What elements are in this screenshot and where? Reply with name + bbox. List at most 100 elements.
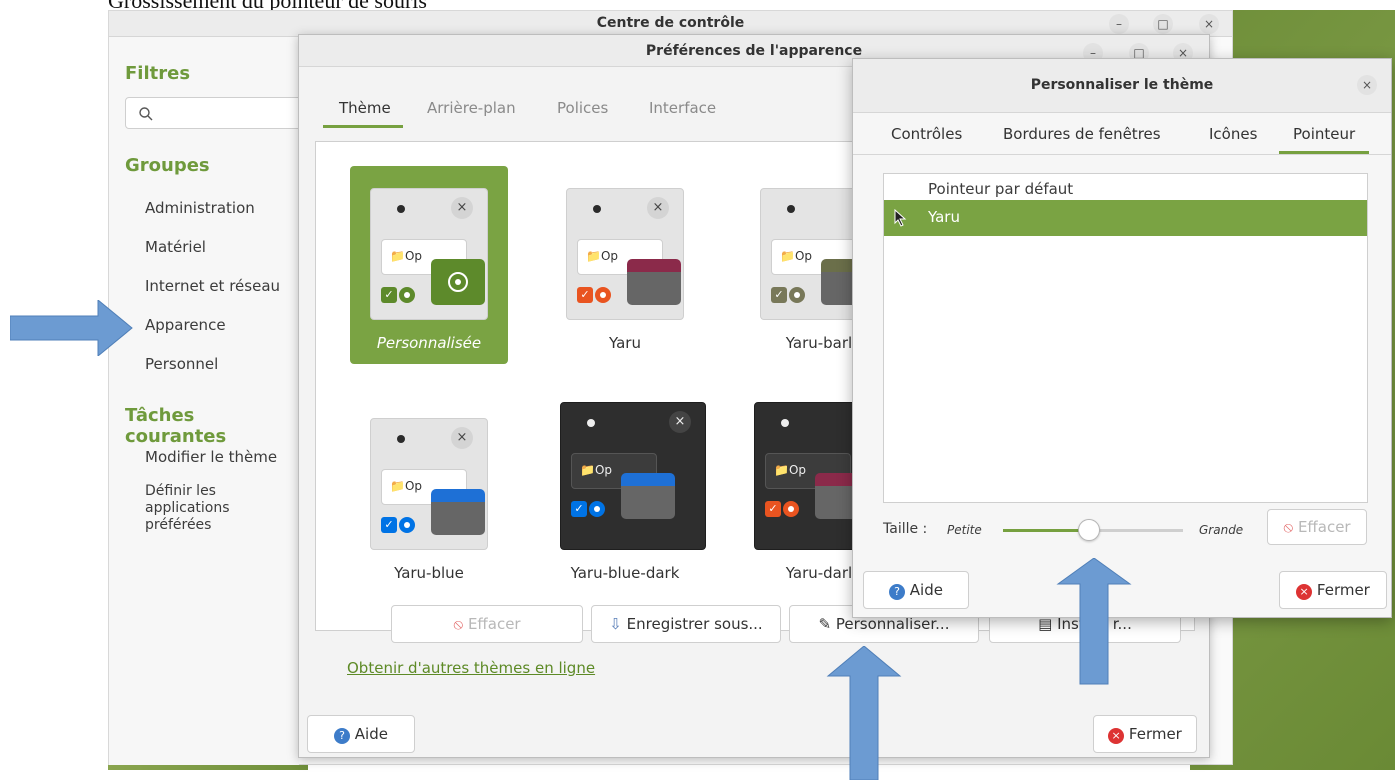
- task-change-theme[interactable]: Modifier le thème: [145, 448, 277, 466]
- preview-dot-icon: [397, 435, 405, 443]
- theme-tile-yaru[interactable]: × 📁Op ✓ Yaru: [546, 166, 704, 364]
- theme-label: Yaru-blue-dark: [570, 564, 680, 582]
- sidebar-item-personal[interactable]: Personnel: [145, 355, 218, 373]
- edit-icon: ✎: [818, 615, 832, 633]
- appearance-title: Préférences de l'apparence: [645, 43, 863, 59]
- preview-folder-icon: [431, 489, 485, 535]
- arrow-right-icon: [10, 300, 133, 356]
- download-icon: ⇩: [609, 615, 622, 633]
- preview-close-icon: ×: [669, 411, 691, 433]
- size-min-label: Petite: [947, 523, 982, 537]
- forbidden-icon: ⦸: [453, 615, 464, 633]
- pointer-list: Pointeur par défaut Yaru: [883, 173, 1368, 503]
- preview-folder-icon: [621, 473, 675, 519]
- tab-icons[interactable]: Icônes: [1209, 125, 1257, 143]
- preview-radio-icon: [783, 501, 799, 517]
- customize-theme-dialog: Personnaliser le thème × Contrôles Bordu…: [852, 58, 1392, 618]
- close-icon[interactable]: ×: [1199, 14, 1219, 34]
- size-slider-fill: [1003, 529, 1090, 532]
- theme-preview: × 📁Op ✓: [566, 188, 684, 320]
- tab-theme-underline: [323, 125, 403, 128]
- dialog-title: Personnaliser le thème: [1030, 77, 1214, 93]
- help-icon: ?: [334, 728, 351, 744]
- sidebar: Filtres Groupes Administration Matériel …: [109, 37, 305, 765]
- dialog-help-button[interactable]: ? Aide: [863, 571, 969, 609]
- theme-preview: × 📁Op ✓: [370, 418, 488, 550]
- preview-radio-icon: [589, 501, 605, 517]
- tab-pointer-underline: [1279, 151, 1369, 154]
- preview-close-icon: ×: [451, 197, 473, 219]
- theme-preview: × 📁Op ✓: [370, 188, 488, 320]
- task-preferred-apps[interactable]: Définir les applications préférées: [145, 483, 230, 534]
- search-input[interactable]: [125, 97, 305, 129]
- search-icon: [139, 107, 153, 121]
- tab-pointer[interactable]: Pointeur: [1293, 125, 1355, 143]
- theme-label: Yaru-blue: [394, 564, 464, 582]
- close-icon[interactable]: ×: [1357, 75, 1377, 95]
- theme-tile-yaru-blue-dark[interactable]: × 📁Op ✓ Yaru-blue-dark: [546, 396, 706, 594]
- preview-app-icon: [431, 259, 485, 305]
- filters-heading: Filtres: [125, 63, 191, 84]
- preview-close-icon: ×: [647, 197, 669, 219]
- help-icon: ?: [889, 584, 906, 600]
- preview-folder-icon: [627, 259, 681, 305]
- pointer-row-yaru[interactable]: Yaru: [884, 200, 1367, 236]
- sidebar-item-network[interactable]: Internet et réseau: [145, 277, 280, 295]
- tab-controls[interactable]: Contrôles: [891, 125, 962, 143]
- preview-radio-icon: [595, 287, 611, 303]
- tab-window-borders[interactable]: Bordures de fenêtres: [1003, 125, 1161, 143]
- close-button[interactable]: × Fermer: [1093, 715, 1197, 753]
- preview-radio-icon: [399, 517, 415, 533]
- dialog-tabs: Contrôles Bordures de fenêtres Icônes Po…: [853, 113, 1391, 155]
- preview-check-icon: ✓: [765, 501, 781, 517]
- theme-label: Yaru: [609, 334, 641, 352]
- control-center-title: Centre de contrôle: [596, 15, 745, 31]
- arrow-up-icon: [826, 646, 902, 780]
- help-button[interactable]: ? Aide: [307, 715, 415, 753]
- task-preferred-apps-line: Définir les: [145, 483, 216, 499]
- preview-dot-icon: [587, 419, 595, 427]
- dialog-clear-button[interactable]: ⦸ Effacer: [1267, 509, 1367, 545]
- cursor-arrow-icon: [894, 209, 907, 227]
- dialog-close-button[interactable]: × Fermer: [1279, 571, 1387, 609]
- theme-tile-personnalisee[interactable]: × 📁Op ✓ Personnalisée: [350, 166, 508, 364]
- preview-check-icon: ✓: [771, 287, 787, 303]
- preview-radio-icon: [789, 287, 805, 303]
- minimize-icon[interactable]: –: [1109, 14, 1129, 34]
- maximize-icon[interactable]: □: [1153, 14, 1173, 34]
- preview-radio-icon: [399, 287, 415, 303]
- preview-dot-icon: [593, 205, 601, 213]
- preview-dot-icon: [781, 419, 789, 427]
- preview-close-icon: ×: [451, 427, 473, 449]
- tab-fonts[interactable]: Polices: [557, 99, 608, 117]
- groups-heading: Groupes: [125, 155, 210, 176]
- sidebar-item-hardware[interactable]: Matériel: [145, 238, 206, 256]
- close-circle-icon: ×: [1108, 728, 1125, 744]
- size-slider-knob[interactable]: [1078, 519, 1101, 541]
- close-circle-icon: ×: [1296, 584, 1313, 600]
- task-preferred-apps-line: applications: [145, 500, 230, 516]
- tasks-heading: Tâches courantes: [125, 405, 227, 447]
- dialog-titlebar: Personnaliser le thème ×: [853, 59, 1391, 113]
- preview-check-icon: ✓: [571, 501, 587, 517]
- theme-label: Personnalisée: [376, 334, 482, 352]
- clear-button[interactable]: ⦸ Effacer: [391, 605, 583, 643]
- preview-check-icon: ✓: [577, 287, 593, 303]
- size-max-label: Grande: [1199, 523, 1244, 537]
- more-themes-link[interactable]: Obtenir d'autres thèmes en ligne: [347, 659, 595, 677]
- preview-check-icon: ✓: [381, 517, 397, 533]
- tab-interface[interactable]: Interface: [649, 99, 716, 117]
- theme-tile-yaru-blue[interactable]: × 📁Op ✓ Yaru-blue: [350, 396, 508, 594]
- preview-check-icon: ✓: [381, 287, 397, 303]
- tab-background[interactable]: Arrière-plan: [427, 99, 516, 117]
- preview-dot-icon: [787, 205, 795, 213]
- arrow-up-icon: [1056, 558, 1132, 685]
- forbidden-icon: ⦸: [1283, 518, 1294, 536]
- sidebar-item-administration[interactable]: Administration: [145, 199, 255, 217]
- tab-theme[interactable]: Thème: [339, 99, 391, 117]
- save-as-button[interactable]: ⇩ Enregistrer sous...: [591, 605, 781, 643]
- sidebar-item-appearance[interactable]: Apparence: [145, 316, 226, 334]
- preview-dot-icon: [397, 205, 405, 213]
- size-slider[interactable]: [1003, 519, 1183, 541]
- theme-preview: × 📁Op ✓: [560, 402, 706, 550]
